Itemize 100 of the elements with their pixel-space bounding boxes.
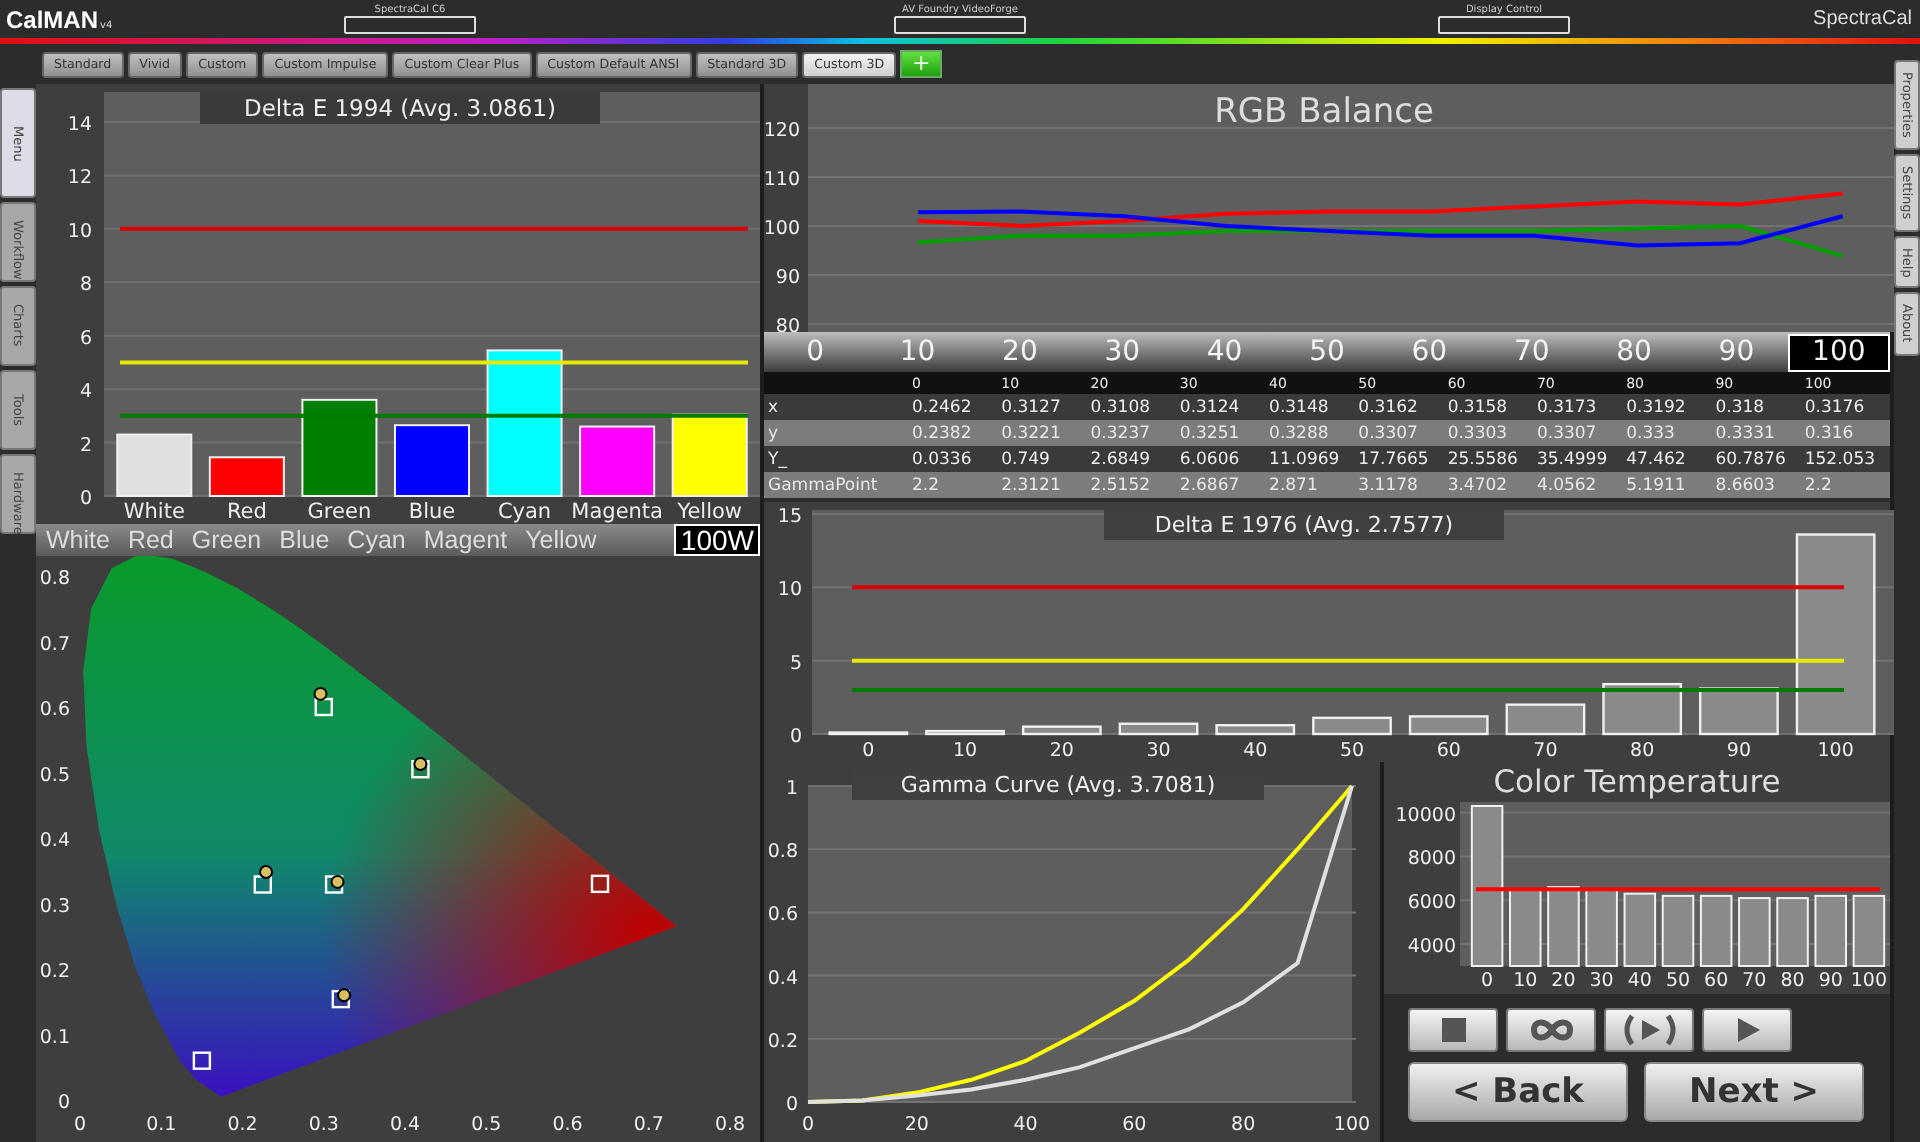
bar: [1602, 682, 1683, 736]
axis-label: 8000: [1407, 848, 1456, 871]
axis-label: 14: [67, 114, 92, 136]
bar: [1505, 703, 1586, 736]
device-field[interactable]: [894, 16, 1026, 34]
table-cell-text: 0.3331: [1713, 423, 1777, 443]
bar: [1661, 894, 1695, 967]
level-option[interactable]: 30: [1071, 333, 1174, 371]
axis-label: 0: [73, 1114, 87, 1136]
category-label: 30: [1146, 740, 1171, 762]
level-option[interactable]: 50: [1275, 333, 1379, 371]
level-option[interactable]: 40: [1173, 333, 1276, 371]
category-label: Yellow: [677, 500, 743, 524]
category-label: 100: [1850, 970, 1888, 990]
table-cell-text: 3.4702: [1445, 475, 1510, 495]
level-option[interactable]: 10: [866, 333, 969, 371]
stop-button[interactable]: [1408, 1008, 1498, 1052]
axis-label: 0.6: [39, 699, 70, 721]
color-option[interactable]: Magent: [417, 526, 514, 554]
add-preset-button[interactable]: +: [900, 50, 943, 78]
table-cell-text: 35.4999: [1534, 449, 1610, 469]
table-cell-text: 60.7876: [1713, 449, 1788, 469]
level-option[interactable]: 0: [764, 333, 867, 371]
axis-label: 0.2: [227, 1114, 258, 1136]
stop-icon: [1439, 1016, 1467, 1044]
bar: [1118, 722, 1199, 736]
category-label: 70: [1533, 740, 1558, 762]
table-cell-text: 2.6867: [1177, 475, 1242, 495]
axis-label: 80: [1231, 1114, 1256, 1136]
table-cell-text: 5.1911: [1624, 475, 1688, 495]
bar: [1814, 894, 1847, 967]
table-cell-text: 0.3307: [1534, 423, 1599, 443]
table-cell-text: 47.462: [1624, 449, 1688, 469]
table-cell-text: 0.333: [1624, 423, 1677, 443]
color-option[interactable]: 100W: [674, 524, 760, 556]
color-option[interactable]: Cyan: [341, 526, 412, 554]
chart-title: Delta E 1976 (Avg. 2.7577): [1104, 510, 1504, 540]
axis-label: 6000: [1407, 892, 1456, 915]
axis-label: 0.1: [39, 1026, 70, 1049]
level-option[interactable]: 20: [968, 333, 1072, 371]
category-label: 0: [862, 740, 875, 762]
nav-button[interactable]: Next >: [1644, 1062, 1864, 1122]
category-label: 0: [1481, 970, 1494, 990]
bar: [1776, 897, 1809, 967]
category-label: Cyan: [497, 500, 552, 524]
nav-button[interactable]: < Back: [1408, 1062, 1628, 1122]
device-field[interactable]: [1438, 16, 1570, 34]
table-cell-text: 2.871: [1267, 475, 1320, 495]
table-cell-text: 4.0562: [1534, 475, 1599, 495]
loop-button[interactable]: [1506, 1008, 1596, 1052]
table-cell-text: 0.3162: [1356, 397, 1420, 417]
axis-label: 6: [79, 327, 92, 350]
axis-label: 120: [764, 120, 800, 142]
category-label: Magenta: [571, 500, 663, 524]
level-option[interactable]: 80: [1582, 333, 1686, 371]
color-option[interactable]: Blue: [273, 526, 336, 554]
axis-label: 0.7: [39, 633, 70, 656]
color-option[interactable]: White: [40, 526, 116, 554]
category-label: White: [123, 500, 185, 524]
color-option[interactable]: Red: [121, 526, 180, 554]
brand-label: SpectraCal: [1813, 8, 1912, 30]
category-label: Green: [307, 500, 372, 524]
color-option[interactable]: Green: [185, 526, 268, 554]
level-option[interactable]: 100: [1787, 333, 1890, 371]
level-option[interactable]: 70: [1480, 333, 1583, 371]
axis-label: 15: [777, 506, 802, 528]
bar: [1623, 892, 1657, 967]
table-cell-text: 2.2: [910, 475, 942, 495]
axis-label: 100: [1333, 1114, 1371, 1136]
table-cell-text: 0.3148: [1267, 397, 1331, 417]
level-option[interactable]: 90: [1685, 333, 1788, 371]
table-cell-text: 152.053: [1802, 449, 1878, 469]
table-cell-text: 17.7665: [1356, 449, 1431, 469]
bar: [1408, 715, 1489, 736]
axis-label: 0.5: [39, 764, 70, 787]
axis-label: 0.2: [767, 1030, 798, 1053]
category-label: 30: [1589, 970, 1614, 990]
category-label: 80: [1780, 970, 1805, 990]
color-option[interactable]: Yellow: [519, 526, 603, 554]
axis-label: 100: [764, 218, 800, 240]
axis-label: 4: [79, 381, 92, 404]
axis-label: 0.4: [389, 1114, 421, 1136]
category-label: 90: [1726, 740, 1751, 762]
axis-label: 2: [79, 434, 92, 457]
category-label: 50: [1665, 970, 1691, 990]
table-cell-text: 2.3121: [999, 475, 1063, 495]
table-cell-text: 6.0606: [1177, 449, 1242, 469]
level-option[interactable]: 60: [1378, 333, 1481, 371]
table-cell-text: 2.2: [1802, 475, 1834, 495]
continuous-play-button[interactable]: [1604, 1008, 1694, 1052]
axis-label: 1: [785, 778, 798, 800]
category-label: 50: [1339, 740, 1365, 762]
axis-label: 80: [775, 316, 800, 332]
table-cell-text: 0.3192: [1624, 397, 1688, 417]
play-button[interactable]: [1702, 1008, 1792, 1052]
category-label: 100: [1817, 740, 1854, 762]
bar: [1699, 687, 1779, 736]
bar: [1738, 897, 1771, 967]
table-cell-text: 0.2382: [910, 423, 974, 443]
device-field[interactable]: [344, 16, 476, 34]
